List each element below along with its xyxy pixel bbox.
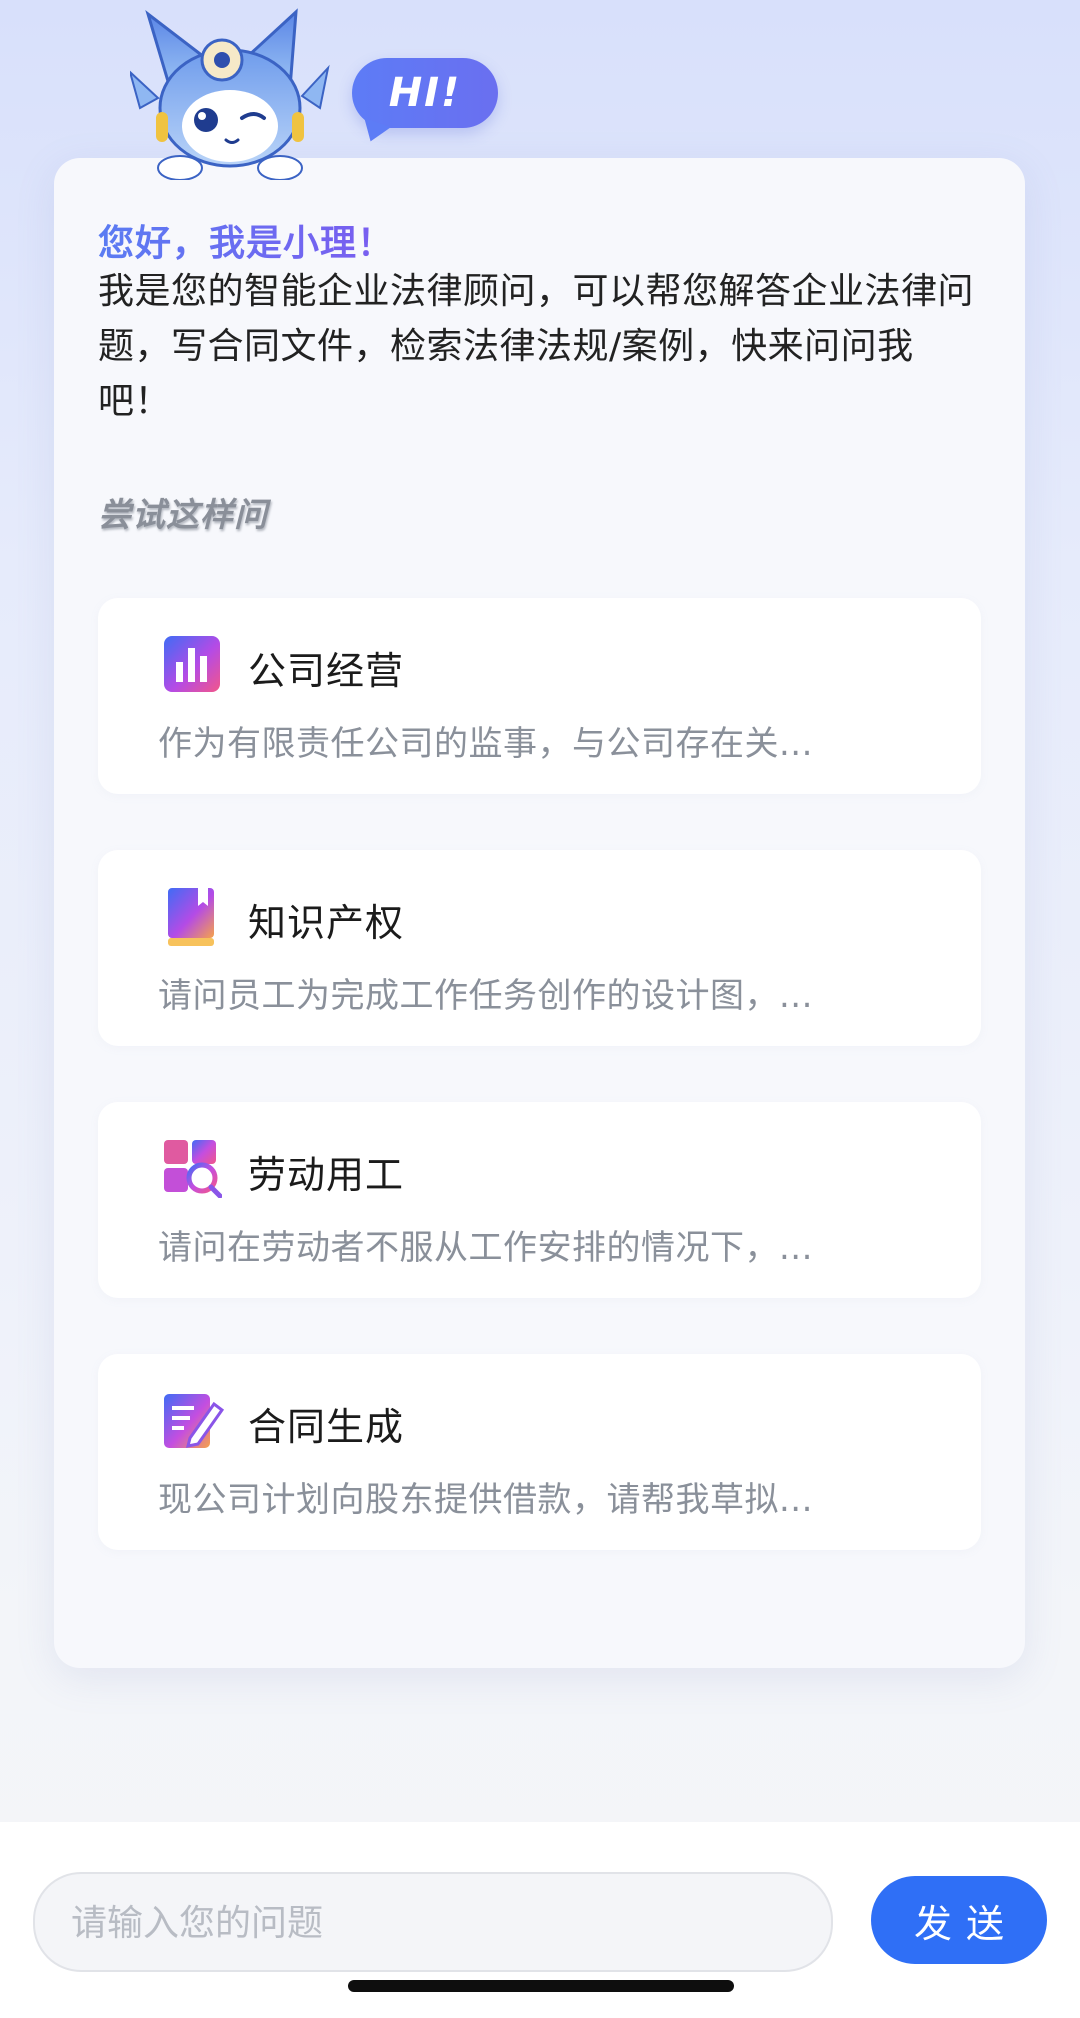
suggestion-desc: 请问员工为完成工作任务创作的设计图，... xyxy=(158,976,813,1016)
welcome-card: 您好，我是小理！ 我是您的智能企业法律顾问，可以帮您解答企业法律问题，写合同文件… xyxy=(54,158,1025,1668)
suggestion-title: 劳动用工 xyxy=(248,1153,405,1197)
greeting-title: 您好，我是小理！ xyxy=(98,214,394,266)
suggestion-desc: 作为有限责任公司的监事，与公司存在关... xyxy=(158,724,813,764)
send-button[interactable]: 发送 xyxy=(871,1876,1047,1964)
suggestion-card-labor-employment[interactable]: 劳动用工 请问在劳动者不服从工作安排的情况下，... xyxy=(98,1102,981,1298)
suggestion-title: 公司经营 xyxy=(248,649,405,693)
book-icon xyxy=(164,888,220,946)
suggestion-desc: 请问在劳动者不服从工作安排的情况下，... xyxy=(158,1228,813,1268)
chat-input-bar: 发送 xyxy=(0,1822,1080,2018)
question-input[interactable] xyxy=(69,1874,803,1972)
question-input-container[interactable] xyxy=(33,1872,833,1972)
home-indicator xyxy=(348,1980,734,1992)
document-edit-icon xyxy=(164,1392,225,1448)
hi-text: HI! xyxy=(388,70,462,116)
bar-chart-icon xyxy=(164,636,220,692)
suggestion-title: 知识产权 xyxy=(248,901,405,945)
grid-search-icon xyxy=(164,1140,223,1199)
greeting-body: 我是您的智能企业法律顾问，可以帮您解答企业法律问题，写合同文件，检索法律法规/案… xyxy=(98,271,975,422)
suggestion-card-company-operations[interactable]: 公司经营 作为有限责任公司的监事，与公司存在关... xyxy=(98,598,981,794)
try-asking-label: 尝试这样问 xyxy=(98,495,268,534)
suggestion-card-contract-generation[interactable]: 合同生成 现公司计划向股东提供借款，请帮我草拟... xyxy=(98,1354,981,1550)
suggestion-card-intellectual-property[interactable]: 知识产权 请问员工为完成工作任务创作的设计图，... xyxy=(98,850,981,1046)
mascot-avatar xyxy=(128,8,330,181)
suggestion-title: 合同生成 xyxy=(248,1405,405,1449)
hi-speech-bubble: HI! xyxy=(352,58,498,128)
suggestion-desc: 现公司计划向股东提供借款，请帮我草拟... xyxy=(158,1480,813,1520)
